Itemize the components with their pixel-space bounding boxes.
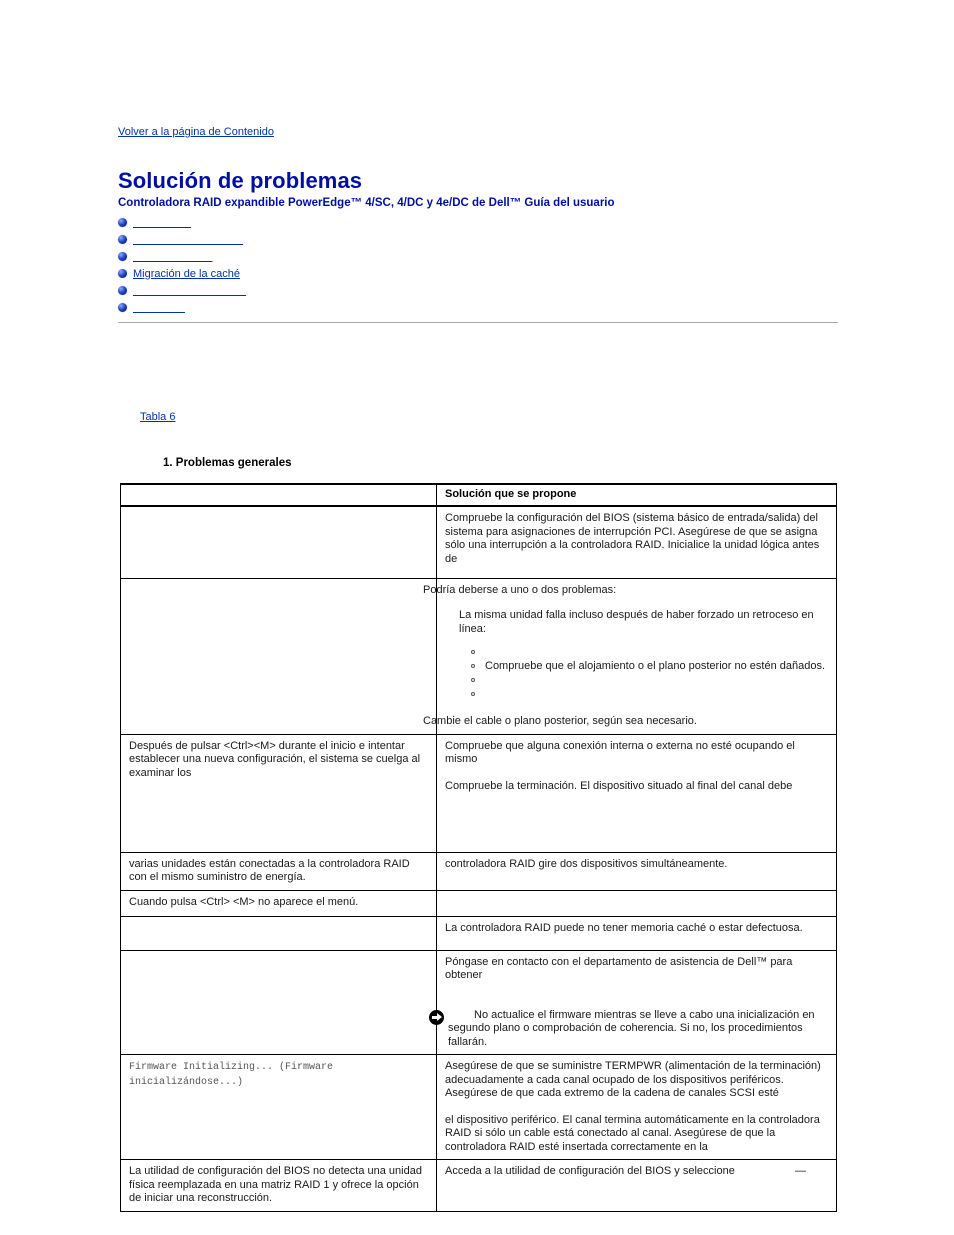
cell-problem xyxy=(120,915,437,951)
cell-problem xyxy=(120,577,437,735)
list-item[interactable] xyxy=(118,300,246,315)
cell-problem: Después de pulsar <Ctrl><M> durante el i… xyxy=(120,733,437,853)
table-caption: 1. Problemas generales xyxy=(163,457,292,469)
page-subtitle: Controladora RAID expandible PowerEdge™ … xyxy=(118,197,615,209)
cell-solution: controladora RAID gire dos dispositivos … xyxy=(436,851,837,891)
table-row: La controladora RAID puede no tener memo… xyxy=(120,915,837,951)
list-item[interactable] xyxy=(118,232,246,247)
cell-solution: La controladora RAID puede no tener memo… xyxy=(436,915,837,951)
back-to-contents-link[interactable]: Volver a la página de Contenido xyxy=(118,126,274,138)
title-block: Solución de problemas Controladora RAID … xyxy=(118,168,615,209)
cell-solution: Compruebe que alguna conexión interna o … xyxy=(436,733,837,853)
cell-solution: Asegúrese de que se suministre TERMPWR (… xyxy=(436,1054,837,1160)
solution-suffix: — xyxy=(795,1165,806,1177)
column-header-solution: Solución que se propone xyxy=(436,483,837,507)
general-problems-table: Solución que se propone Compruebe la con… xyxy=(120,483,837,1212)
table-reference-link[interactable]: Tabla 6 xyxy=(140,411,175,423)
list-item: Compruebe que el alojamiento o el plano … xyxy=(471,659,828,673)
solution-paragraph: Compruebe que alguna conexión interna o … xyxy=(445,739,795,766)
bullet-icon xyxy=(118,252,127,261)
cell-solution: Acceda a la utilidad de configuración de… xyxy=(436,1159,837,1212)
table-row: Póngase en contacto con el departamento … xyxy=(120,949,837,1055)
cell-problem xyxy=(120,949,437,1055)
solution-lead: Podría deberse a uno o dos problemas: xyxy=(423,583,617,596)
bullet-icon xyxy=(118,235,127,244)
table-header-row: Solución que se propone xyxy=(120,483,837,507)
list-item[interactable] xyxy=(118,283,246,298)
table-row: varias unidades están conectadas a la co… xyxy=(120,851,837,891)
back-to-contents: Volver a la página de Contenido xyxy=(118,122,274,140)
toc-link[interactable] xyxy=(133,301,185,315)
solution-paragraph: Compruebe la configuración del BIOS (sis… xyxy=(445,512,820,565)
solution-paragraph: Póngase en contacto con el departamento … xyxy=(445,955,793,982)
toc-link[interactable] xyxy=(133,250,212,264)
bullet-icon xyxy=(118,286,127,295)
cell-problem xyxy=(120,505,437,579)
cell-solution: Póngase en contacto con el departamento … xyxy=(429,949,837,1055)
table-row: Cuando pulsa <Ctrl> <M> no aparece el me… xyxy=(120,889,837,917)
list-item xyxy=(471,673,828,687)
list-item xyxy=(471,687,828,701)
list-item[interactable]: Migración de la caché xyxy=(118,266,246,281)
notice-block: No actualice el firmware mientras se lle… xyxy=(429,1009,828,1050)
solution-paragraph: Compruebe la terminación. El dispositivo… xyxy=(445,779,793,792)
notice-text: No actualice el firmware mientras se lle… xyxy=(448,1009,828,1050)
cell-problem: varias unidades están conectadas a la co… xyxy=(120,851,437,891)
table-row: Firmware Initializing... (Firmware inici… xyxy=(120,1054,837,1160)
solution-sublist: Compruebe que el alojamiento o el plano … xyxy=(445,645,828,701)
list-item[interactable] xyxy=(118,215,246,230)
bullet-icon xyxy=(118,303,127,312)
notice-message: No actualice el firmware mientras se lle… xyxy=(448,1008,815,1048)
toc-link[interactable] xyxy=(133,233,243,247)
solution-subheading: La misma unidad falla incluso después de… xyxy=(459,609,814,635)
table-row: Después de pulsar <Ctrl><M> durante el i… xyxy=(120,733,837,853)
table-of-contents: Migración de la caché xyxy=(118,215,246,317)
solution-paragraph: La controladora RAID puede no tener memo… xyxy=(445,921,803,934)
table-row: Podría deberse a uno o dos problemas: La… xyxy=(120,577,837,735)
solution-paragraph: el dispositivo periférico. El canal term… xyxy=(445,1113,820,1153)
bullet-icon xyxy=(118,269,127,278)
list-item xyxy=(471,645,828,659)
page-title: Solución de problemas xyxy=(118,168,363,193)
cell-solution: Compruebe la configuración del BIOS (sis… xyxy=(436,505,837,579)
toc-link[interactable] xyxy=(133,284,246,298)
table-row: La utilidad de configuración del BIOS no… xyxy=(120,1159,837,1212)
cell-solution: Podría deberse a uno o dos problemas: La… xyxy=(423,577,837,735)
toc-link-cache-migration[interactable]: Migración de la caché xyxy=(133,267,240,281)
solution-paragraph: Acceda a la utilidad de configuración de… xyxy=(445,1165,735,1177)
column-header-problem xyxy=(120,483,437,507)
solution-paragraph: Asegúrese de que se suministre TERMPWR (… xyxy=(445,1060,821,1099)
table-row: Compruebe la configuración del BIOS (sis… xyxy=(120,505,837,579)
firmware-message: Firmware Initializing... (Firmware inici… xyxy=(129,1062,334,1088)
notice-arrow-icon xyxy=(429,1009,444,1025)
cell-solution xyxy=(436,889,837,917)
cell-problem: Cuando pulsa <Ctrl> <M> no aparece el me… xyxy=(120,889,437,917)
section-divider xyxy=(118,322,838,323)
list-item[interactable] xyxy=(118,249,246,264)
solution-tail: Cambie el cable o plano posterior, según… xyxy=(423,715,697,727)
solution-paragraph: controladora RAID gire dos dispositivos … xyxy=(445,857,728,870)
cell-problem: Firmware Initializing... (Firmware inici… xyxy=(120,1054,437,1160)
bullet-icon xyxy=(118,218,127,227)
cell-problem: La utilidad de configuración del BIOS no… xyxy=(120,1159,437,1212)
toc-link[interactable] xyxy=(133,216,191,230)
table-reference: Tabla 6 xyxy=(140,411,175,423)
